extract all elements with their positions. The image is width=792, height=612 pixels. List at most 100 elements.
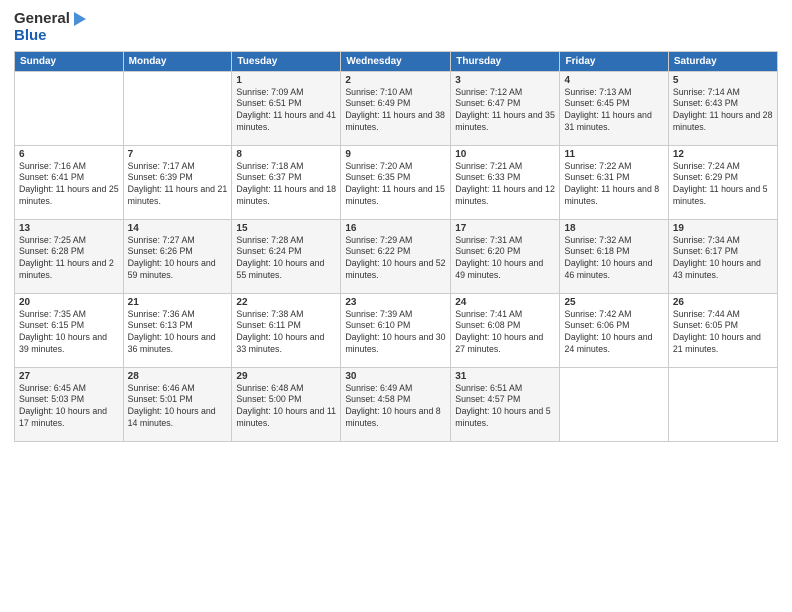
day-number: 3 [455, 75, 555, 86]
day-number: 5 [673, 75, 773, 86]
day-cell [560, 367, 668, 441]
col-header-sunday: Sunday [15, 51, 124, 71]
day-cell: 6Sunrise: 7:16 AM Sunset: 6:41 PM Daylig… [15, 145, 124, 219]
day-number: 14 [128, 223, 228, 234]
day-number: 22 [236, 297, 336, 308]
day-info: Sunrise: 7:29 AM Sunset: 6:22 PM Dayligh… [345, 235, 446, 283]
day-number: 8 [236, 149, 336, 160]
col-header-saturday: Saturday [668, 51, 777, 71]
logo-text-general: General [14, 11, 70, 28]
day-info: Sunrise: 6:48 AM Sunset: 5:00 PM Dayligh… [236, 383, 336, 431]
day-info: Sunrise: 7:35 AM Sunset: 6:15 PM Dayligh… [19, 309, 119, 357]
day-cell: 22Sunrise: 7:38 AM Sunset: 6:11 PM Dayli… [232, 293, 341, 367]
col-header-friday: Friday [560, 51, 668, 71]
day-info: Sunrise: 7:14 AM Sunset: 6:43 PM Dayligh… [673, 87, 773, 135]
day-number: 30 [345, 371, 446, 382]
logo-text-blue: Blue [14, 28, 47, 45]
day-cell: 13Sunrise: 7:25 AM Sunset: 6:28 PM Dayli… [15, 219, 124, 293]
logo-arrow-icon [70, 10, 88, 28]
day-number: 19 [673, 223, 773, 234]
day-number: 28 [128, 371, 228, 382]
day-info: Sunrise: 7:22 AM Sunset: 6:31 PM Dayligh… [564, 161, 663, 209]
day-cell: 17Sunrise: 7:31 AM Sunset: 6:20 PM Dayli… [451, 219, 560, 293]
day-cell: 3Sunrise: 7:12 AM Sunset: 6:47 PM Daylig… [451, 71, 560, 145]
day-cell: 20Sunrise: 7:35 AM Sunset: 6:15 PM Dayli… [15, 293, 124, 367]
day-number: 7 [128, 149, 228, 160]
day-cell: 1Sunrise: 7:09 AM Sunset: 6:51 PM Daylig… [232, 71, 341, 145]
day-info: Sunrise: 6:51 AM Sunset: 4:57 PM Dayligh… [455, 383, 555, 431]
day-cell: 5Sunrise: 7:14 AM Sunset: 6:43 PM Daylig… [668, 71, 777, 145]
logo: General Blue [14, 10, 88, 45]
header-row: SundayMondayTuesdayWednesdayThursdayFrid… [15, 51, 778, 71]
day-number: 31 [455, 371, 555, 382]
day-info: Sunrise: 7:42 AM Sunset: 6:06 PM Dayligh… [564, 309, 663, 357]
day-info: Sunrise: 7:24 AM Sunset: 6:29 PM Dayligh… [673, 161, 773, 209]
day-info: Sunrise: 7:12 AM Sunset: 6:47 PM Dayligh… [455, 87, 555, 135]
day-cell: 21Sunrise: 7:36 AM Sunset: 6:13 PM Dayli… [123, 293, 232, 367]
calendar-table: SundayMondayTuesdayWednesdayThursdayFrid… [14, 51, 778, 442]
day-number: 9 [345, 149, 446, 160]
week-row-2: 6Sunrise: 7:16 AM Sunset: 6:41 PM Daylig… [15, 145, 778, 219]
day-cell: 30Sunrise: 6:49 AM Sunset: 4:58 PM Dayli… [341, 367, 451, 441]
day-info: Sunrise: 7:27 AM Sunset: 6:26 PM Dayligh… [128, 235, 228, 283]
day-cell: 8Sunrise: 7:18 AM Sunset: 6:37 PM Daylig… [232, 145, 341, 219]
day-cell: 2Sunrise: 7:10 AM Sunset: 6:49 PM Daylig… [341, 71, 451, 145]
day-info: Sunrise: 6:45 AM Sunset: 5:03 PM Dayligh… [19, 383, 119, 431]
day-number: 27 [19, 371, 119, 382]
day-cell: 31Sunrise: 6:51 AM Sunset: 4:57 PM Dayli… [451, 367, 560, 441]
day-cell: 15Sunrise: 7:28 AM Sunset: 6:24 PM Dayli… [232, 219, 341, 293]
day-cell: 7Sunrise: 7:17 AM Sunset: 6:39 PM Daylig… [123, 145, 232, 219]
day-info: Sunrise: 7:17 AM Sunset: 6:39 PM Dayligh… [128, 161, 228, 209]
calendar-container: General Blue SundayMondayTuesdayWednesda… [0, 0, 792, 452]
day-number: 17 [455, 223, 555, 234]
day-info: Sunrise: 7:34 AM Sunset: 6:17 PM Dayligh… [673, 235, 773, 283]
header: General Blue [14, 10, 778, 45]
day-info: Sunrise: 7:41 AM Sunset: 6:08 PM Dayligh… [455, 309, 555, 357]
day-number: 23 [345, 297, 446, 308]
day-number: 2 [345, 75, 446, 86]
week-row-4: 20Sunrise: 7:35 AM Sunset: 6:15 PM Dayli… [15, 293, 778, 367]
day-cell: 4Sunrise: 7:13 AM Sunset: 6:45 PM Daylig… [560, 71, 668, 145]
col-header-thursday: Thursday [451, 51, 560, 71]
day-cell: 23Sunrise: 7:39 AM Sunset: 6:10 PM Dayli… [341, 293, 451, 367]
day-number: 25 [564, 297, 663, 308]
day-cell: 11Sunrise: 7:22 AM Sunset: 6:31 PM Dayli… [560, 145, 668, 219]
day-number: 1 [236, 75, 336, 86]
week-row-3: 13Sunrise: 7:25 AM Sunset: 6:28 PM Dayli… [15, 219, 778, 293]
day-info: Sunrise: 7:36 AM Sunset: 6:13 PM Dayligh… [128, 309, 228, 357]
day-info: Sunrise: 7:32 AM Sunset: 6:18 PM Dayligh… [564, 235, 663, 283]
day-info: Sunrise: 7:20 AM Sunset: 6:35 PM Dayligh… [345, 161, 446, 209]
day-info: Sunrise: 7:13 AM Sunset: 6:45 PM Dayligh… [564, 87, 663, 135]
day-cell: 19Sunrise: 7:34 AM Sunset: 6:17 PM Dayli… [668, 219, 777, 293]
day-cell: 25Sunrise: 7:42 AM Sunset: 6:06 PM Dayli… [560, 293, 668, 367]
day-number: 10 [455, 149, 555, 160]
day-info: Sunrise: 7:39 AM Sunset: 6:10 PM Dayligh… [345, 309, 446, 357]
day-info: Sunrise: 7:16 AM Sunset: 6:41 PM Dayligh… [19, 161, 119, 209]
day-cell: 14Sunrise: 7:27 AM Sunset: 6:26 PM Dayli… [123, 219, 232, 293]
col-header-wednesday: Wednesday [341, 51, 451, 71]
day-number: 16 [345, 223, 446, 234]
day-cell: 26Sunrise: 7:44 AM Sunset: 6:05 PM Dayli… [668, 293, 777, 367]
day-number: 11 [564, 149, 663, 160]
day-info: Sunrise: 7:31 AM Sunset: 6:20 PM Dayligh… [455, 235, 555, 283]
col-header-tuesday: Tuesday [232, 51, 341, 71]
day-cell: 24Sunrise: 7:41 AM Sunset: 6:08 PM Dayli… [451, 293, 560, 367]
day-number: 12 [673, 149, 773, 160]
day-number: 21 [128, 297, 228, 308]
day-cell: 16Sunrise: 7:29 AM Sunset: 6:22 PM Dayli… [341, 219, 451, 293]
day-info: Sunrise: 7:44 AM Sunset: 6:05 PM Dayligh… [673, 309, 773, 357]
day-info: Sunrise: 6:49 AM Sunset: 4:58 PM Dayligh… [345, 383, 446, 431]
day-cell: 28Sunrise: 6:46 AM Sunset: 5:01 PM Dayli… [123, 367, 232, 441]
day-info: Sunrise: 7:09 AM Sunset: 6:51 PM Dayligh… [236, 87, 336, 135]
day-cell: 29Sunrise: 6:48 AM Sunset: 5:00 PM Dayli… [232, 367, 341, 441]
day-number: 18 [564, 223, 663, 234]
day-cell [123, 71, 232, 145]
day-cell: 27Sunrise: 6:45 AM Sunset: 5:03 PM Dayli… [15, 367, 124, 441]
day-cell: 10Sunrise: 7:21 AM Sunset: 6:33 PM Dayli… [451, 145, 560, 219]
day-info: Sunrise: 7:38 AM Sunset: 6:11 PM Dayligh… [236, 309, 336, 357]
day-number: 6 [19, 149, 119, 160]
day-number: 20 [19, 297, 119, 308]
day-info: Sunrise: 7:25 AM Sunset: 6:28 PM Dayligh… [19, 235, 119, 283]
day-info: Sunrise: 7:28 AM Sunset: 6:24 PM Dayligh… [236, 235, 336, 283]
day-info: Sunrise: 7:10 AM Sunset: 6:49 PM Dayligh… [345, 87, 446, 135]
